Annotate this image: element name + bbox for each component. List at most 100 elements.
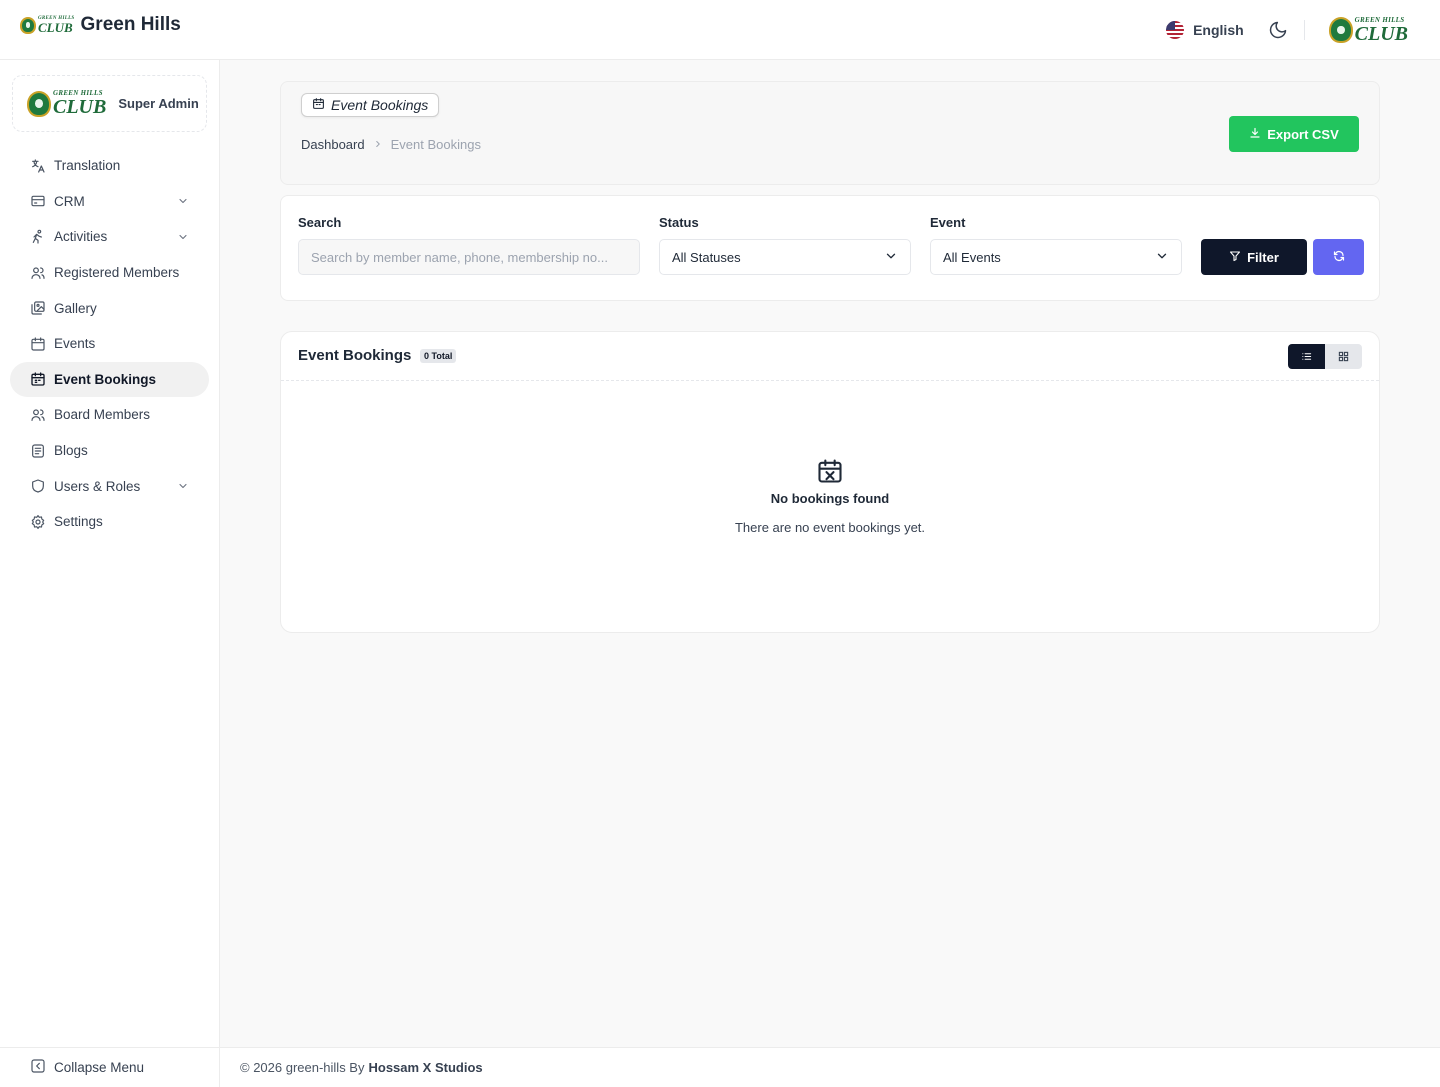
- status-select-value: All Statuses: [672, 249, 741, 265]
- sidebar-item-registered-members[interactable]: Registered Members: [10, 255, 209, 291]
- list-icon: [1301, 349, 1312, 365]
- crest-icon: [20, 16, 36, 34]
- sidebar-item-label: Board Members: [54, 407, 151, 423]
- chevron-down-icon: [884, 249, 898, 266]
- status-label: Status: [659, 215, 699, 230]
- sidebar-item-translation[interactable]: Translation: [10, 148, 209, 184]
- brand-title: Green Hills: [80, 14, 181, 35]
- moon-icon[interactable]: [1268, 20, 1288, 40]
- header-logo: GREEN HILLS CLUB: [1328, 16, 1408, 45]
- footer-copyright: © 2026 green-hills By: [240, 1060, 365, 1075]
- filter-icon: [1229, 250, 1241, 265]
- sidebar-item-label: CRM: [54, 193, 85, 209]
- footer-company-link[interactable]: Hossam X Studios: [368, 1060, 482, 1075]
- logo-big-text: CLUB: [38, 20, 73, 35]
- search-label: Search: [298, 215, 342, 230]
- page-title: Event Bookings: [331, 97, 429, 113]
- calendar-icon: [30, 336, 46, 352]
- list-view-button[interactable]: [1288, 344, 1325, 369]
- empty-state: No bookings found There are no event boo…: [281, 457, 1379, 535]
- export-csv-button[interactable]: Export CSV: [1229, 116, 1359, 152]
- sidebar-item-crm[interactable]: CRM: [10, 184, 209, 220]
- sidebar-item-event-bookings[interactable]: Event Bookings: [10, 361, 209, 398]
- sidebar-nav: Translation CRM Activities Registered Me…: [10, 148, 209, 540]
- status-select[interactable]: All Statuses: [659, 239, 911, 275]
- event-select[interactable]: All Events: [930, 239, 1182, 275]
- profile-card[interactable]: GREEN HILLS CLUB Super Admin: [12, 75, 207, 132]
- sidebar-item-label: Event Bookings: [54, 371, 157, 387]
- breadcrumb-current: Event Bookings: [390, 137, 481, 152]
- logo-big-text: CLUB: [53, 96, 107, 118]
- sidebar-item-label: Translation: [54, 158, 121, 174]
- translate-icon: [30, 158, 46, 174]
- sidebar-item-label: Events: [54, 336, 96, 352]
- list-divider: [281, 380, 1379, 381]
- refresh-icon: [1333, 250, 1345, 265]
- sidebar-item-events[interactable]: Events: [10, 326, 209, 362]
- sidebar: GREEN HILLS CLUB Super Admin Translation…: [0, 60, 220, 1087]
- chevron-down-icon: [177, 231, 189, 243]
- shield-icon: [30, 478, 46, 494]
- credit-card-icon: [30, 193, 46, 209]
- filters-card: Search Search by member name, phone, mem…: [280, 195, 1380, 301]
- calendar-icon: [312, 97, 325, 113]
- header-actions: English GREEN HILLS CLUB: [1166, 14, 1408, 46]
- empty-subtitle: There are no event bookings yet.: [734, 520, 926, 535]
- footer: © 2026 green-hills By Hossam X Studios: [220, 1047, 1440, 1087]
- chevron-down-icon: [1155, 249, 1169, 266]
- grid-icon: [1338, 349, 1349, 365]
- reset-button[interactable]: [1313, 239, 1364, 275]
- page-title-chip: Event Bookings: [301, 93, 440, 117]
- calendar-check-icon: [30, 371, 46, 387]
- brand-logo: GREEN HILLS CLUB: [20, 16, 75, 34]
- sidebar-item-label: Settings: [54, 514, 103, 530]
- filter-label: Filter: [1247, 249, 1279, 265]
- calendar-off-icon: [816, 457, 844, 485]
- gear-icon: [30, 514, 46, 530]
- breadcrumb-dashboard-link[interactable]: Dashboard: [301, 137, 365, 152]
- blog-icon: [30, 443, 46, 459]
- sidebar-item-label: Registered Members: [54, 265, 180, 281]
- export-csv-label: Export CSV: [1267, 126, 1339, 142]
- crest-icon: [1328, 17, 1353, 43]
- sidebar-item-label: Blogs: [54, 443, 88, 459]
- chevron-down-icon: [177, 480, 189, 492]
- users-icon: [30, 407, 46, 423]
- logo-big-text: CLUB: [1354, 22, 1408, 45]
- chevron-down-icon: [177, 195, 189, 207]
- collapse-menu-label: Collapse Menu: [54, 1060, 145, 1075]
- running-icon: [30, 229, 46, 245]
- users-icon: [30, 265, 46, 281]
- header-divider: [1303, 20, 1305, 40]
- page-header-card: Event Bookings Dashboard Event Bookings …: [280, 81, 1380, 185]
- profile-role: Super Admin: [118, 96, 199, 111]
- sidebar-item-label: Users & Roles: [54, 478, 141, 494]
- collapse-sidebar-icon: [30, 1058, 46, 1077]
- chevron-right-icon: [373, 137, 383, 152]
- list-title: Event Bookings: [298, 347, 412, 364]
- event-select-value: All Events: [943, 249, 1001, 265]
- sidebar-item-blogs[interactable]: Blogs: [10, 433, 209, 469]
- bookings-list-card: Event Bookings 0 Total No bookings found…: [280, 331, 1380, 633]
- brand[interactable]: GREEN HILLS CLUB Green Hills: [20, 14, 181, 36]
- total-badge: 0 Total: [420, 349, 457, 363]
- filter-button[interactable]: Filter: [1201, 239, 1307, 275]
- sidebar-item-settings[interactable]: Settings: [10, 504, 209, 540]
- us-flag-icon: [1166, 21, 1185, 39]
- grid-view-button[interactable]: [1325, 344, 1362, 369]
- language-switcher[interactable]: English: [1166, 21, 1244, 39]
- gallery-icon: [30, 300, 46, 316]
- profile-logo: GREEN HILLS CLUB: [27, 90, 106, 117]
- sidebar-item-gallery[interactable]: Gallery: [10, 290, 209, 326]
- sidebar-item-activities[interactable]: Activities: [10, 219, 209, 255]
- event-label: Event: [930, 215, 966, 230]
- crest-icon: [27, 90, 51, 117]
- top-header: GREEN HILLS CLUB Green Hills English GRE…: [0, 0, 1440, 60]
- sidebar-item-users-roles[interactable]: Users & Roles: [10, 468, 209, 504]
- search-input[interactable]: Search by member name, phone, membership…: [298, 239, 640, 275]
- collapse-menu-button[interactable]: Collapse Menu: [0, 1047, 219, 1087]
- sidebar-item-board-members[interactable]: Board Members: [10, 397, 209, 433]
- sidebar-item-label: Activities: [54, 229, 108, 245]
- language-label: English: [1193, 22, 1244, 38]
- sidebar-item-label: Gallery: [54, 300, 97, 316]
